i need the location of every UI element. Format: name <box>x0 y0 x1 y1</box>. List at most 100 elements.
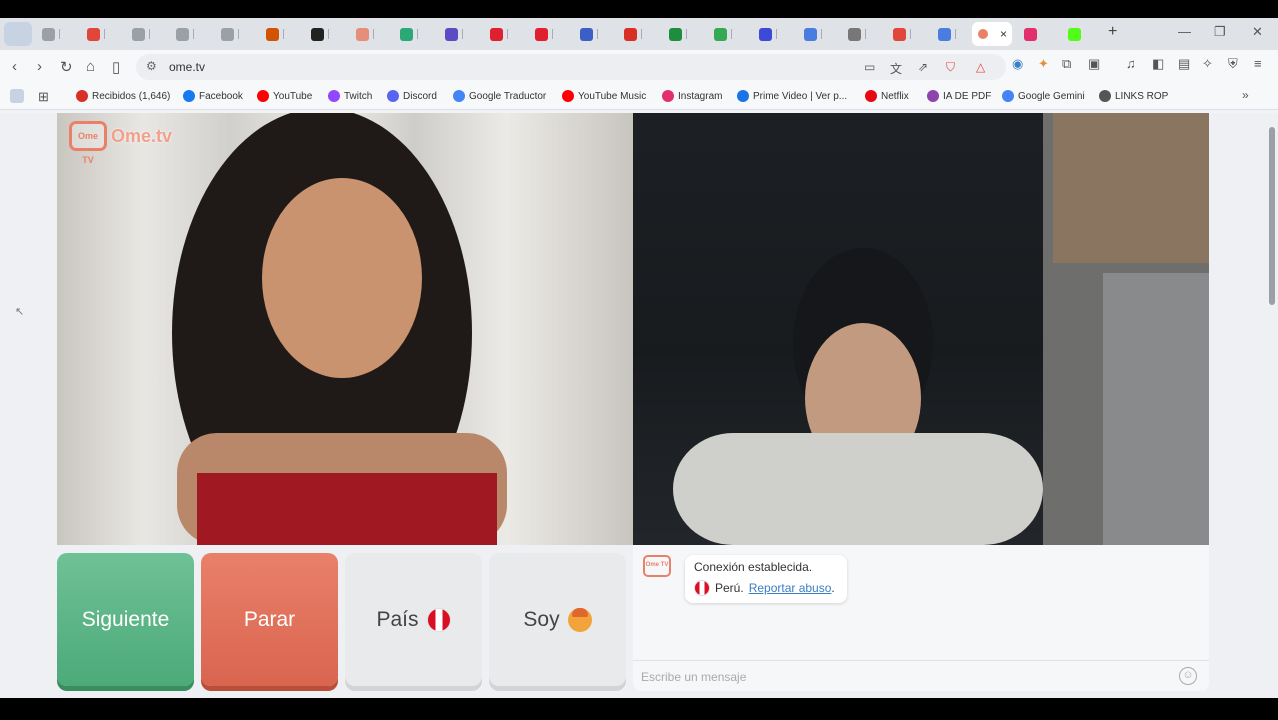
stop-button[interactable]: Parar <box>201 553 338 686</box>
close-window-button[interactable]: ✕ <box>1252 24 1263 40</box>
tab-15[interactable] <box>663 22 705 46</box>
tab-4[interactable] <box>170 22 212 46</box>
scrollbar-thumb[interactable] <box>1269 127 1275 305</box>
minimize-button[interactable]: — <box>1178 24 1191 39</box>
bookmark-item[interactable]: Recibidos (1,646) <box>76 90 170 102</box>
bookmark-favicon-icon <box>328 90 340 102</box>
maximize-button[interactable]: ❐ <box>1214 24 1226 40</box>
tab-kick[interactable] <box>1062 22 1104 46</box>
tab-close-icon[interactable]: × <box>1000 27 1007 41</box>
translate-icon[interactable]: 文 <box>890 60 902 77</box>
tab-16[interactable] <box>708 22 750 46</box>
remote-video <box>633 113 1209 545</box>
tab-5[interactable] <box>215 22 257 46</box>
wallet-icon[interactable]: ▤ <box>1178 56 1190 72</box>
tab-2[interactable] <box>81 22 123 46</box>
tab-21[interactable] <box>932 22 974 46</box>
chat-input-bar: ☺ <box>633 660 1209 691</box>
bookmark-favicon-icon <box>1002 90 1014 102</box>
vpn-icon[interactable]: ⛨ <box>1228 56 1238 72</box>
chat-panel: Ome TV Conexión establecida. Perú. Repor… <box>633 545 1209 691</box>
report-abuse-link[interactable]: Reportar abuso <box>749 581 832 595</box>
bookmark-icon[interactable]: ▯ <box>112 58 120 76</box>
tab-separator <box>641 29 642 39</box>
sidebar-toggle-icon[interactable] <box>10 89 24 103</box>
tab-7[interactable] <box>305 22 347 46</box>
peru-flag-icon <box>694 580 710 596</box>
bookmark-favicon-icon <box>865 90 877 102</box>
tab-13[interactable] <box>574 22 616 46</box>
bookmark-item[interactable]: Facebook <box>183 90 243 102</box>
bookmark-item[interactable]: YouTube <box>257 90 312 102</box>
tab-instagram[interactable] <box>1018 22 1060 46</box>
tab-group-icon[interactable] <box>4 22 32 46</box>
bookmark-item[interactable]: Google Traductor <box>453 90 546 102</box>
tab-favicon-icon <box>356 27 369 41</box>
bookmark-item[interactable]: Twitch <box>328 90 372 102</box>
forward-icon[interactable]: › <box>37 58 42 75</box>
menu-icon[interactable]: ≡ <box>1254 56 1262 71</box>
tab-favicon-icon <box>42 27 55 41</box>
site-settings-icon[interactable]: ⚙ <box>146 59 157 73</box>
tab-active[interactable]: × <box>972 22 1012 46</box>
leo-icon[interactable]: ✧ <box>1202 56 1213 72</box>
media-icon[interactable]: ♫ <box>1126 56 1136 71</box>
bookmark-item[interactable]: IA DE PDF <box>927 90 991 102</box>
back-icon[interactable]: ‹ <box>12 58 17 75</box>
bookmark-item[interactable]: Discord <box>387 90 437 102</box>
remote-video-person-icon <box>673 113 1209 545</box>
kick-icon <box>1068 27 1081 41</box>
tab-favicon-icon <box>266 27 279 41</box>
address-bar[interactable]: ⚙ ome.tv ▭ 文 ⇗ ⛉ △ <box>136 54 1006 80</box>
tab-favicon-icon <box>624 27 637 41</box>
tab-separator <box>865 29 866 39</box>
tab-17[interactable] <box>753 22 795 46</box>
tab-separator <box>373 29 374 39</box>
extension-fox-icon[interactable]: ✦ <box>1038 56 1049 72</box>
extensions-icon[interactable]: ⧉ <box>1062 56 1071 72</box>
boy-icon <box>567 607 592 632</box>
reload-icon[interactable]: ↻ <box>60 58 73 76</box>
tab-10[interactable] <box>439 22 481 46</box>
sidebar-icon[interactable]: ◧ <box>1152 56 1164 72</box>
bookmark-item[interactable]: YouTube Music <box>562 90 646 102</box>
local-video: Ome TV Ome.tv <box>57 113 633 545</box>
tab-3[interactable] <box>126 22 168 46</box>
tab-8[interactable] <box>350 22 392 46</box>
audio-icon[interactable]: ◉ <box>1012 56 1023 72</box>
apps-grid-icon[interactable]: ⊞ <box>38 89 49 105</box>
tab-9[interactable] <box>394 22 436 46</box>
bookmark-item[interactable]: Instagram <box>662 90 722 102</box>
brave-rewards-icon[interactable]: △ <box>976 60 985 74</box>
tab-12[interactable] <box>529 22 571 46</box>
bookmark-item[interactable]: Prime Video | Ver p... <box>737 90 847 102</box>
tab-favicon-icon <box>132 27 145 41</box>
screenshot-icon[interactable]: ▣ <box>1088 56 1100 72</box>
message-input[interactable] <box>641 668 1161 686</box>
next-button[interactable]: Siguiente <box>57 553 194 686</box>
bookmark-item[interactable]: Netflix <box>865 90 909 102</box>
tab-favicon-icon <box>804 27 817 41</box>
country-button[interactable]: País <box>345 553 482 686</box>
tab-6[interactable] <box>260 22 302 46</box>
bookmark-item[interactable]: LINKS ROP <box>1099 90 1168 102</box>
emoji-icon[interactable]: ☺ <box>1179 667 1197 685</box>
bookmark-favicon-icon <box>927 90 939 102</box>
more-bookmarks-icon[interactable]: » <box>1242 88 1249 102</box>
new-tab-button[interactable]: + <box>1108 23 1117 41</box>
tab-favicon-icon <box>490 27 503 41</box>
page-scrollbar[interactable] <box>1266 113 1278 698</box>
gender-button[interactable]: Soy <box>489 553 626 686</box>
tab-20[interactable] <box>887 22 929 46</box>
cast-icon[interactable]: ▭ <box>864 60 875 74</box>
tab-1[interactable] <box>36 22 78 46</box>
bookmark-item[interactable]: Google Gemini <box>1002 90 1085 102</box>
tab-separator <box>104 29 105 39</box>
tab-19[interactable] <box>842 22 884 46</box>
share-icon[interactable]: ⇗ <box>918 60 928 74</box>
tab-11[interactable] <box>484 22 526 46</box>
tab-14[interactable] <box>618 22 660 46</box>
home-icon[interactable]: ⌂ <box>86 58 95 75</box>
brave-shield-icon[interactable]: ⛉ <box>946 60 955 75</box>
tab-18[interactable] <box>798 22 840 46</box>
